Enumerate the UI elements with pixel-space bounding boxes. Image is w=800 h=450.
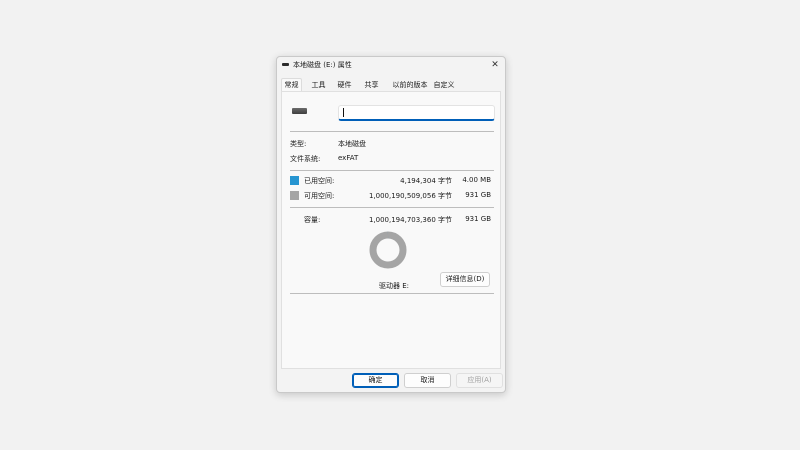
type-label: 类型: [290, 140, 307, 148]
usage-donut-chart [369, 231, 407, 269]
free-space-swatch [290, 191, 299, 200]
capacity-size: 931 GB [465, 215, 491, 223]
divider [290, 170, 494, 171]
free-space-ring [369, 231, 407, 269]
filesystem-label: 文件系统: [290, 155, 321, 163]
close-button[interactable]: ✕ [487, 57, 503, 73]
apply-button[interactable]: 应用(A) [456, 373, 503, 388]
capacity-label: 容量: [304, 216, 321, 224]
title-bar[interactable]: 本地磁盘 (E:) 属性 ✕ [277, 57, 505, 73]
type-value: 本地磁盘 [338, 140, 366, 148]
tab-tools[interactable]: 工具 [310, 79, 327, 91]
tab-previous-versions[interactable]: 以前的版本 [391, 79, 429, 91]
divider [290, 207, 494, 208]
drive-caption: 驱动器 E: [379, 282, 410, 290]
general-panel: 类型: 本地磁盘 文件系统: exFAT 已用空间: 4,194,304 字节 … [281, 91, 501, 369]
tab-hardware[interactable]: 硬件 [336, 79, 353, 91]
used-space-bytes: 4,194,304 字节 [400, 177, 452, 185]
text-caret [343, 108, 344, 117]
drive-icon [292, 108, 307, 114]
drive-name-input[interactable] [338, 105, 495, 121]
cancel-button[interactable]: 取消 [404, 373, 451, 388]
free-space-size: 931 GB [465, 191, 491, 199]
divider [290, 293, 494, 294]
used-space-size: 4.00 MB [462, 176, 491, 184]
tab-sharing[interactable]: 共享 [363, 79, 380, 91]
close-icon: ✕ [491, 60, 499, 70]
used-space-swatch [290, 176, 299, 185]
divider [290, 131, 494, 132]
capacity-bytes: 1,000,194,703,360 字节 [368, 216, 452, 224]
free-space-bytes: 1,000,190,509,056 字节 [368, 192, 452, 200]
filesystem-value: exFAT [338, 154, 359, 162]
details-button[interactable]: 详细信息(D) [440, 272, 490, 287]
ok-button[interactable]: 确定 [352, 373, 399, 388]
drive-icon [282, 63, 289, 66]
used-space-label: 已用空间: [304, 177, 335, 185]
properties-dialog: 本地磁盘 (E:) 属性 ✕ 常规 工具 硬件 共享 以前的版本 自定义 类型:… [276, 56, 506, 393]
tab-customize[interactable]: 自定义 [432, 79, 456, 91]
tab-general[interactable]: 常规 [281, 78, 302, 92]
window-title: 本地磁盘 (E:) 属性 [293, 61, 352, 69]
free-space-label: 可用空间: [304, 192, 335, 200]
